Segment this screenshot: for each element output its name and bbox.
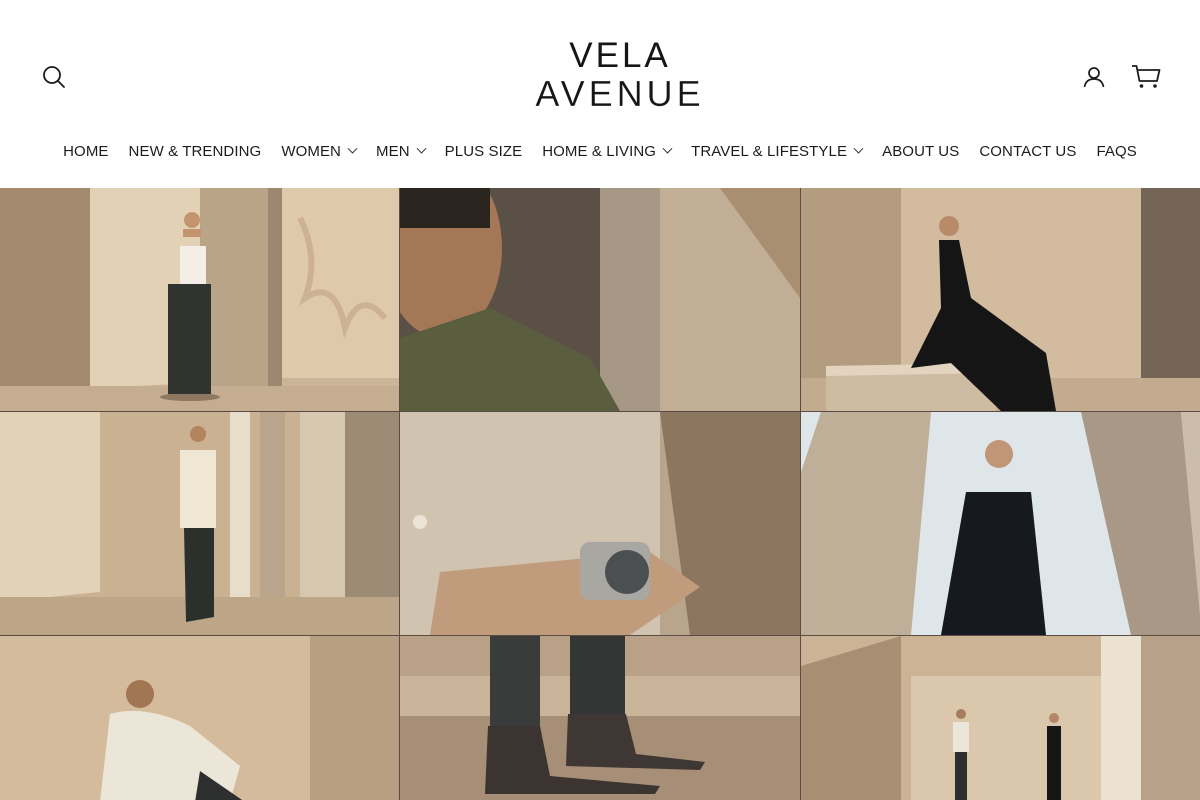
nav-label: WOMEN [281,142,341,160]
lookbook-image-man-portrait[interactable] [400,188,800,411]
lookbook-image-man-walking[interactable] [0,412,399,635]
nav-label: HOME & LIVING [542,142,657,160]
logo-line-2: AVENUE [535,73,705,114]
lookbook-image-woman-suit[interactable] [801,412,1200,635]
nav-item-women[interactable]: WOMEN [271,138,366,164]
chevron-down-icon [853,143,864,154]
search-icon [43,66,65,88]
nav-label: TRAVEL & LIFESTYLE [691,142,848,160]
lookbook-image-couple[interactable] [801,636,1200,800]
chevron-down-icon [416,143,427,154]
lookbook-image-watch-detail[interactable] [400,412,800,635]
lookbook-image-man-hoodie[interactable] [0,636,399,800]
nav-item-contact-us[interactable]: CONTACT US [969,138,1086,164]
chevron-down-icon [662,143,673,154]
main-navigation: HOME NEW & TRENDING WOMEN MEN PLUS SIZE … [0,138,1200,164]
nav-label: ABOUT US [882,142,960,160]
nav-label: PLUS SIZE [444,142,523,160]
cart-button[interactable] [1126,57,1166,97]
nav-label: CONTACT US [979,142,1077,160]
nav-label: MEN [376,142,410,160]
site-header: VELA AVENUE HOME NEW & TRENDING WOMEN ME… [0,0,1200,188]
nav-item-plus-size[interactable]: PLUS SIZE [435,138,533,164]
lookbook-image-woman-seated[interactable] [801,188,1200,411]
chevron-down-icon [347,143,358,154]
nav-label: HOME [63,142,109,160]
nav-item-men[interactable]: MEN [366,138,435,164]
account-button[interactable] [1076,59,1112,95]
nav-item-home[interactable]: HOME [53,138,118,164]
lookbook-image-boots[interactable] [400,636,800,800]
logo-line-1: VELA [569,36,671,75]
user-icon [1083,67,1105,88]
nav-item-faqs[interactable]: FAQS [1086,138,1146,164]
nav-item-travel-lifestyle[interactable]: TRAVEL & LIFESTYLE [681,138,872,164]
search-button[interactable] [36,59,72,95]
nav-label: FAQS [1096,142,1137,160]
cart-icon [1132,65,1161,88]
nav-item-about-us[interactable]: ABOUT US [872,138,969,164]
nav-item-new-trending[interactable]: NEW & TRENDING [119,138,272,164]
brand-logo[interactable]: VELA AVENUE [500,36,740,116]
lookbook-image-woman-pillar[interactable] [0,188,399,411]
lookbook-grid [0,188,1200,800]
nav-label: NEW & TRENDING [128,142,262,160]
nav-item-home-living[interactable]: HOME & LIVING [532,138,681,164]
